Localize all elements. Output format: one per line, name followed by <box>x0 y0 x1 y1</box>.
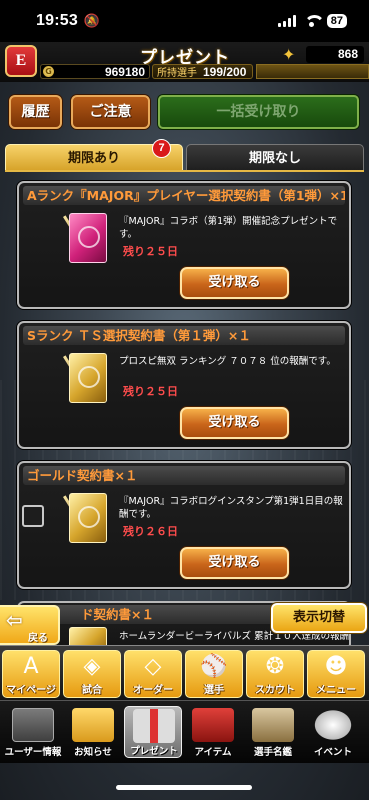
mypage-a-icon: A <box>23 654 39 679</box>
receive-button[interactable]: 受け取る <box>180 547 289 579</box>
coin-icon: G <box>43 66 54 77</box>
menu-menu[interactable]: ☻ メニュー <box>307 650 365 698</box>
present-card: ゴールド契約書×１ 『MAJOR』コラボログインスタンプ第1弾1日目の報酬です。… <box>17 461 351 589</box>
menu-label: 試合 <box>82 685 102 696</box>
card-description: プロスピ無双 ランキング ７０７８ 位の報酬です。 <box>119 356 336 367</box>
present-card: Sランク ＴＳ選択契約書（第１弾）×１ プロスピ無双 ランキング ７０７８ 位の… <box>17 321 351 449</box>
menu-label: オーダー <box>133 685 173 696</box>
menu-label: プレゼント <box>130 746 178 757</box>
menu-order[interactable]: ◇ オーダー <box>124 650 182 698</box>
menu-scout[interactable]: ❂ スカウト <box>246 650 304 698</box>
menu-items[interactable]: アイテム <box>184 706 242 758</box>
gold-bat-icon: ✦ <box>282 45 296 64</box>
toggle-display-button[interactable]: 表示切替 <box>271 603 367 633</box>
card-remaining-days: 残り２５日 <box>123 385 178 398</box>
menu-label: メニュー <box>316 685 356 696</box>
baseball-bats-icon <box>312 708 354 742</box>
menu-game[interactable]: ◈ 試合 <box>63 650 121 698</box>
select-checkbox[interactable] <box>22 505 44 527</box>
held-players-display: 所持選手 199/200 <box>152 64 253 79</box>
card-title: Aランク『MAJOR』プレイヤー選択契約書（第1弾）×1 <box>23 186 345 205</box>
team-logo-icon[interactable]: E <box>5 45 37 77</box>
menu-label: 選手 <box>204 685 224 696</box>
receive-all-button[interactable]: 一括受け取り <box>158 95 359 129</box>
news-icon <box>72 708 114 742</box>
player-icon: ⚾ <box>200 654 228 679</box>
item-book-icon <box>192 708 234 742</box>
card-remaining-days: 残り２５日 <box>123 245 178 258</box>
card-description: 『MAJOR』コラボログインスタンプ第1弾1日目の報酬です。 <box>119 496 343 520</box>
card-title: Sランク ＴＳ選択契約書（第１弾）×１ <box>23 326 345 345</box>
contract-book-icon <box>69 213 107 263</box>
contract-book-icon <box>69 353 107 403</box>
mute-bell-icon: 🔕 <box>83 13 101 29</box>
notification-badge: 7 <box>152 139 171 158</box>
menu-label: イベント <box>313 747 352 758</box>
menu-players[interactable]: ⚾ 選手 <box>185 650 243 698</box>
back-label: 戻る <box>28 633 48 644</box>
cellular-signal-icon <box>277 15 296 27</box>
emblem-icon <box>78 506 100 528</box>
battery-indicator: 87 <box>326 14 347 28</box>
menu-label: 選手名鑑 <box>253 747 292 758</box>
menu-present[interactable]: プレゼント <box>124 706 182 758</box>
menu-user-info[interactable]: ユーザー情報 <box>4 706 62 758</box>
menu-label: ユーザー情報 <box>4 747 62 758</box>
clock: 19:53 <box>36 12 78 29</box>
card-description: 『MAJOR』コラボ（第1弾）開催記念プレゼントです。 <box>119 216 338 240</box>
menu-character-icon: ☻ <box>324 654 348 679</box>
gold-value: 868 <box>306 46 364 63</box>
tab-underline <box>5 170 364 172</box>
id-card-icon <box>12 708 54 742</box>
coins-value: 969180 <box>104 64 145 79</box>
scout-card-icon: ❂ <box>265 654 285 679</box>
home-indicator[interactable] <box>116 785 252 790</box>
menu-label: スカウト <box>255 685 295 696</box>
menu-news[interactable]: お知らせ <box>64 706 122 758</box>
held-players-label: 所持選手 <box>157 68 197 79</box>
coins-display: G 969180 <box>40 64 150 79</box>
back-button[interactable]: ⇦ 戻る <box>0 605 60 645</box>
status-icons: 87 <box>277 14 347 28</box>
header-decoration <box>256 64 369 79</box>
menu-label: アイテム <box>194 747 232 758</box>
back-arrow-icon: ⇦ <box>6 608 23 632</box>
notice-button[interactable]: ご注意 <box>71 95 150 129</box>
menu-label: お知らせ <box>74 747 112 758</box>
batter-icon <box>252 708 294 742</box>
emblem-icon <box>78 366 100 388</box>
receive-button[interactable]: 受け取る <box>180 407 289 439</box>
menu-label: マイページ <box>6 685 56 696</box>
diamond-field-icon: ◇ <box>144 654 162 679</box>
card-title: ゴールド契約書×１ <box>23 466 345 485</box>
present-card: Aランク『MAJOR』プレイヤー選択契約書（第1弾）×1 『MAJOR』コラボ（… <box>17 181 351 309</box>
history-button[interactable]: 履歴 <box>9 95 62 129</box>
contract-book-icon <box>69 493 107 543</box>
held-players-value: 199/200 <box>203 64 247 79</box>
receive-button[interactable]: 受け取る <box>180 267 289 299</box>
menu-event[interactable]: イベント <box>304 706 362 758</box>
baseball-field-icon: ◈ <box>83 654 101 679</box>
wifi-icon <box>303 15 325 27</box>
app-header: E プレゼント G 969180 所持選手 199/200 ✦ 868 <box>0 42 369 82</box>
card-remaining-days: 残り２６日 <box>123 525 178 538</box>
menu-player-directory[interactable]: 選手名鑑 <box>244 706 302 758</box>
tab-no-expiry[interactable]: 期限なし <box>186 144 364 171</box>
gift-box-icon <box>133 709 175 743</box>
emblem-icon <box>78 226 100 248</box>
menu-mypage[interactable]: A マイページ <box>2 650 60 698</box>
status-bar: 19:53 🔕 87 <box>0 0 369 42</box>
